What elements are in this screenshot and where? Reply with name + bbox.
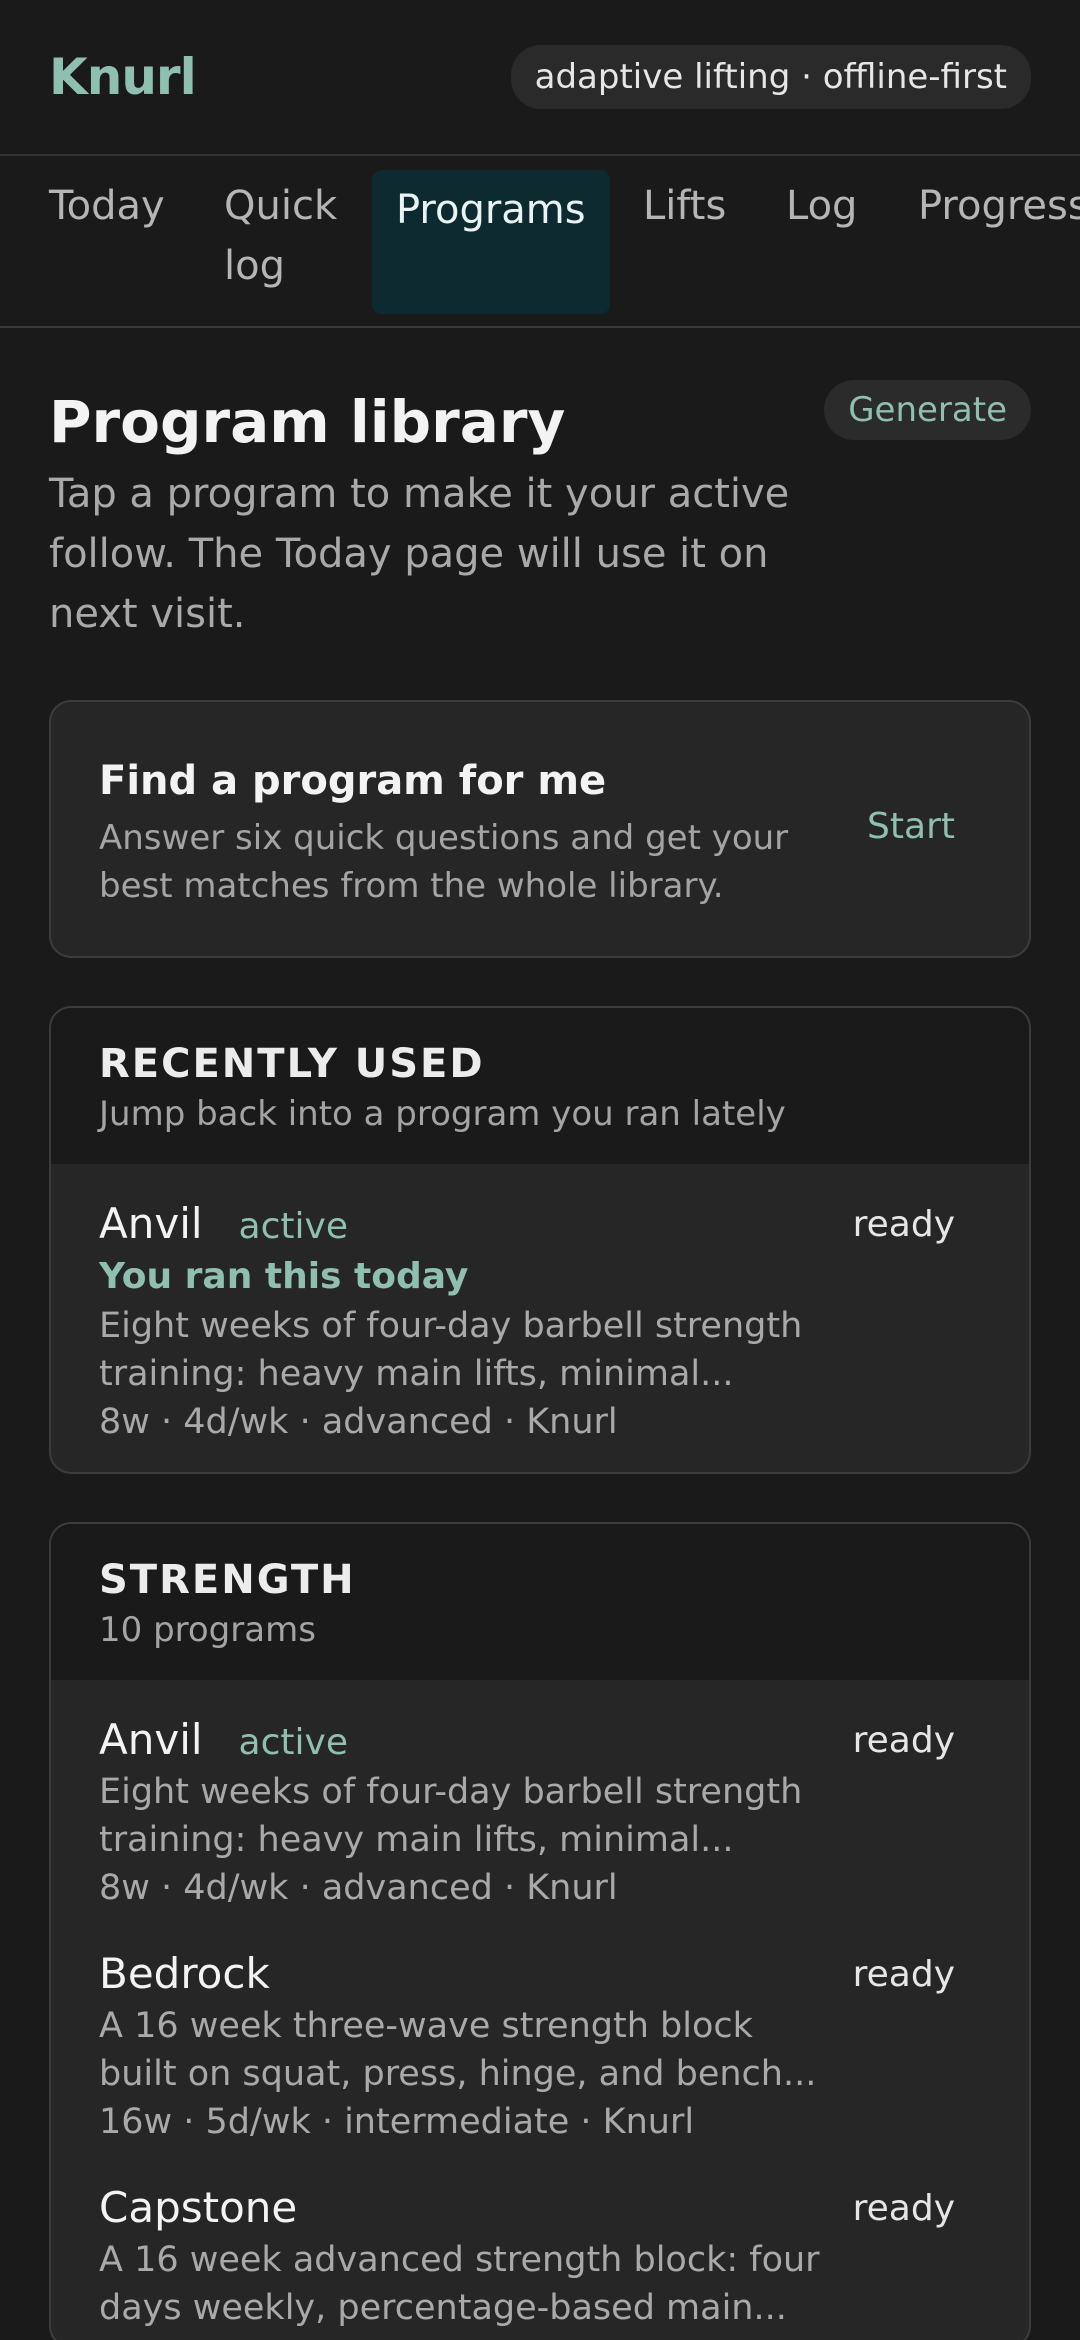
group-header: STRENGTH 10 programs <box>51 1524 1029 1680</box>
recent-note: You ran this today <box>99 1256 469 1297</box>
group-subtitle: Jump back into a program you ran lately <box>99 1094 786 1134</box>
program-name: Bedrock <box>99 1949 270 1998</box>
strength-group: STRENGTH 10 programs Anvil active ready … <box>49 1522 1031 2340</box>
app-header: Knurl adaptive lifting · offline-first <box>0 0 1080 156</box>
generate-button[interactable]: Generate <box>824 380 1031 440</box>
tab-lifts[interactable]: Lifts <box>643 176 726 236</box>
program-description: A 16 week three-wave strength block buil… <box>99 2006 817 2094</box>
group-title: RECENTLY USED <box>99 1041 485 1087</box>
main-content: Program library Tap a program to make it… <box>0 328 1080 2340</box>
program-status: ready <box>852 1954 955 1995</box>
recently-used-group: RECENTLY USED Jump back into a program y… <box>49 1006 1031 1474</box>
program-description: A 16 week advanced strength block: four … <box>99 2240 820 2328</box>
program-row-anvil[interactable]: Anvil active ready Eight weeks of four-d… <box>51 1680 1029 1926</box>
active-badge: active <box>238 1722 348 1763</box>
group-header: RECENTLY USED Jump back into a program y… <box>51 1008 1029 1164</box>
tagline-badge: adaptive lifting · offline-first <box>510 45 1031 109</box>
finder-title: Find a program for me <box>99 758 607 804</box>
tab-progress[interactable]: Progress <box>918 176 1080 236</box>
program-meta: 8w · 4d/wk · advanced · Knurl <box>99 1402 618 1442</box>
tab-programs[interactable]: Programs <box>372 170 610 314</box>
finder-start-button[interactable]: Start <box>867 806 955 847</box>
group-title: STRENGTH <box>99 1557 356 1603</box>
program-row-bedrock[interactable]: Bedrock ready A 16 week three-wave stren… <box>51 1926 1029 2160</box>
group-subtitle: 10 programs <box>99 1610 316 1650</box>
program-row-capstone[interactable]: Capstone ready A 16 week advanced streng… <box>51 2160 1029 2340</box>
active-badge: active <box>238 1206 348 1247</box>
nav-tabs: Today Quick log Programs Lifts Log Progr… <box>0 156 1080 328</box>
program-row-anvil-recent[interactable]: Anvil active ready You ran this today Ei… <box>51 1164 1029 1472</box>
program-status: ready <box>852 2188 955 2229</box>
program-name: Capstone <box>99 2183 298 2232</box>
program-meta: 16w · 5d/wk · intermediate · Knurl <box>99 2102 695 2142</box>
page-subtitle: Tap a program to make it your active fol… <box>49 471 790 637</box>
tab-today[interactable]: Today <box>49 176 165 236</box>
program-status: ready <box>852 1204 955 1245</box>
program-description: Eight weeks of four-day barbell strength… <box>99 1306 803 1394</box>
brand-logo[interactable]: Knurl <box>49 48 197 106</box>
program-name: Anvil <box>99 1715 203 1764</box>
library-header: Program library Tap a program to make it… <box>49 328 1031 644</box>
finder-description: Answer six quick questions and get your … <box>99 818 789 906</box>
program-finder-card[interactable]: Find a program for me Answer six quick q… <box>49 700 1031 958</box>
program-status: ready <box>852 1720 955 1761</box>
program-description: Eight weeks of four-day barbell strength… <box>99 1772 803 1860</box>
tab-quick-log[interactable]: Quick log <box>224 176 354 296</box>
program-meta: 8w · 4d/wk · advanced · Knurl <box>99 1868 618 1908</box>
program-name: Anvil <box>99 1199 203 1248</box>
tab-log[interactable]: Log <box>786 176 857 236</box>
